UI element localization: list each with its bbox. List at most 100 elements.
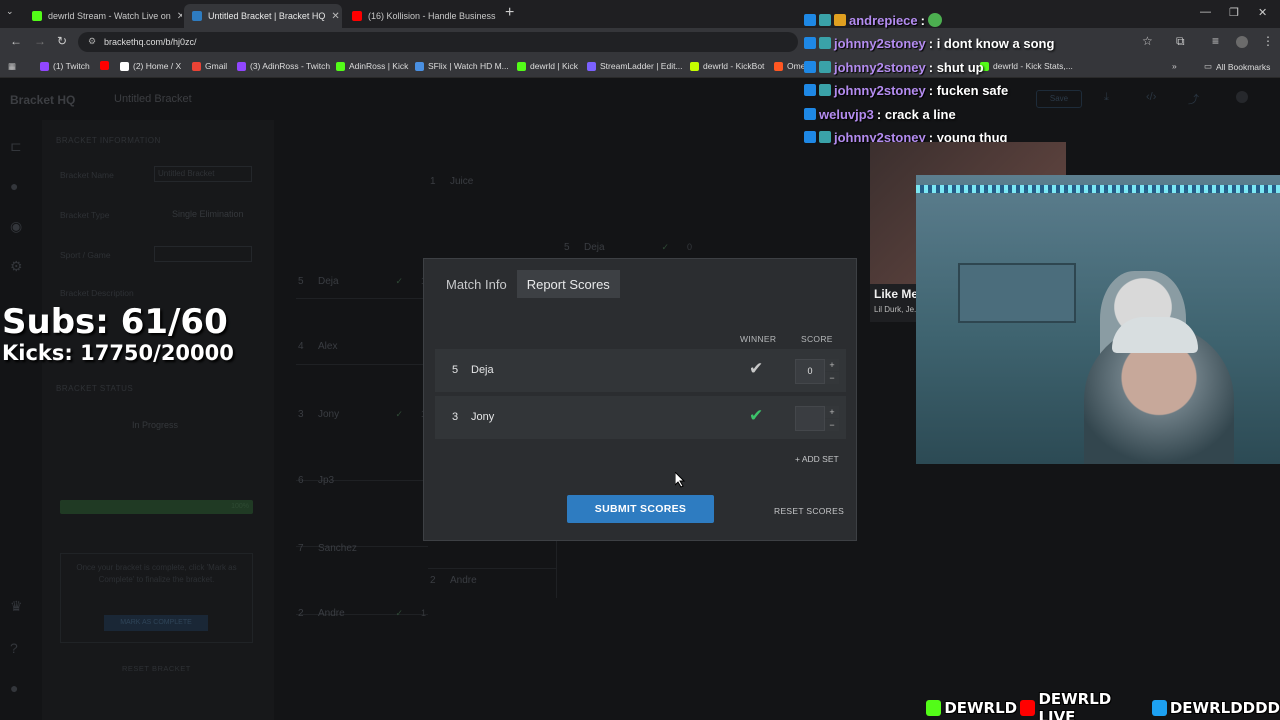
bookmark-item[interactable]: Gmail [192, 61, 227, 71]
theme-toggle-icon[interactable]: ● [10, 680, 18, 696]
participant-name: Andre [318, 607, 345, 619]
win-check-icon: ✓ [661, 241, 669, 252]
score-input[interactable]: 0 [795, 359, 825, 384]
apps-grid-icon[interactable]: ▦ [8, 61, 16, 72]
bookmark-label: AdinRoss | Kick [349, 61, 409, 71]
browser-tab-youtube[interactable]: (16) Kollision - Handle Business ✕ [344, 4, 502, 28]
bracket-slot[interactable]: 5Deja✓1 [298, 270, 426, 292]
bookmark-item[interactable]: SFlix | Watch HD M... [415, 61, 509, 71]
tab-report-scores[interactable]: Report Scores [516, 270, 620, 298]
crown-icon[interactable]: ♛ [10, 598, 23, 615]
bookmark-item[interactable]: StreamLadder | Edit... [587, 61, 683, 71]
chat-username: weluvjp3 [819, 106, 874, 122]
submit-scores-button[interactable]: SUBMIT SCORES [567, 495, 714, 523]
chat-message: johnny2stoney : fucken safe [804, 80, 1008, 100]
bookmark-item[interactable]: dewrld - KickBot [690, 61, 764, 71]
bracket-slot[interactable]: 6 Jp3 [298, 469, 426, 491]
kick-badge-icon [804, 61, 816, 73]
social-handles-overlay: DEWRLD DEWRLD LIVE DEWRLDDDD [926, 690, 1280, 720]
bracket-slot[interactable]: 1 Juice [430, 170, 558, 192]
bookmark-label: (3) AdinRoss - Twitch [250, 61, 331, 71]
win-check-icon: ✓ [395, 408, 403, 419]
winner-check-icon[interactable]: ✔ [749, 359, 763, 379]
webcam-feed [916, 175, 1280, 464]
chat-message: andrepiece : [804, 10, 942, 30]
bracket-slot[interactable]: 3Jony✓1 [298, 403, 426, 425]
browser-tab-brackethq[interactable]: Untitled Bracket | Bracket HQ ✕ [184, 4, 342, 28]
player-seed: 3 [452, 411, 459, 423]
chat-message: johnny2stoney : i dont know a song [804, 33, 1054, 53]
bookmark-item[interactable]: dewrld | Kick [517, 61, 578, 71]
bracket-slot[interactable]: 2 Andre ✓ 1 [298, 602, 426, 624]
mark-complete-button[interactable]: MARK AS COMPLETE [104, 615, 208, 631]
slot-score: 0 [686, 242, 692, 252]
win-check-icon: ✓ [395, 275, 403, 286]
close-tab-icon[interactable]: ✕ [177, 11, 182, 22]
reload-icon[interactable]: ↻ [57, 34, 67, 48]
win-check-icon: ✓ [395, 607, 403, 618]
bracket-line [296, 364, 428, 365]
bookmark-item[interactable]: (1) Twitch [40, 61, 90, 71]
brand-logo[interactable]: Bracket HQ [10, 93, 75, 107]
bracket-type-label: Bracket Type [60, 210, 110, 220]
seed-number: 7 [298, 542, 304, 554]
help-icon[interactable]: ? [10, 640, 18, 656]
score-decrement-icon[interactable]: − [825, 419, 839, 431]
score-input[interactable] [795, 406, 825, 431]
participants-icon[interactable]: ● [10, 178, 18, 194]
modal-tabs: Match Info Report Scores [436, 270, 620, 298]
kick-handle: DEWRLD [944, 699, 1018, 717]
reset-bracket-button[interactable]: RESET BRACKET [122, 664, 191, 673]
seed-number: 6 [298, 474, 304, 486]
bracket-type-value[interactable]: Single Elimination [172, 209, 244, 219]
url-text: brackethq.com/b/hj0zc/ [104, 37, 197, 47]
add-set-button[interactable]: + ADD SET [795, 454, 839, 464]
settings-gear-icon[interactable]: ⚙ [10, 258, 23, 275]
mouse-cursor-icon [675, 472, 686, 488]
goal-overlay: Subs: 61/60 Kicks: 17750/20000 [2, 303, 234, 365]
x-icon [120, 61, 129, 71]
bookmark-item[interactable]: (3) AdinRoss - Twitch [237, 61, 330, 71]
chat-text: : shut up [928, 59, 984, 75]
score-decrement-icon[interactable]: − [825, 372, 839, 384]
tab-match-info[interactable]: Match Info [436, 270, 517, 298]
seed-number: 2 [298, 607, 304, 619]
new-tab-icon[interactable]: + [505, 4, 514, 22]
twitch-icon [40, 61, 49, 71]
bracket-info-heading: BRACKET INFORMATION [56, 136, 161, 145]
tab-title: Untitled Bracket | Bracket HQ [208, 11, 326, 21]
bracket-slot[interactable]: 7 Sanchez [298, 537, 426, 559]
bookmark-item[interactable] [100, 61, 109, 70]
winner-check-icon[interactable]: ✔ [749, 406, 763, 426]
bookmark-item[interactable]: (2) Home / X [120, 61, 181, 71]
participant-name: Alex [318, 340, 338, 352]
progress-bar: 100% [60, 500, 253, 514]
chat-text: : [920, 12, 925, 28]
reset-scores-button[interactable]: RESET SCORES [774, 506, 844, 516]
bracket-line [296, 298, 428, 299]
wall-painting [958, 263, 1076, 323]
address-bar[interactable]: ⚙ brackethq.com/b/hj0zc/ [78, 32, 798, 52]
forward-icon[interactable]: → [34, 34, 46, 48]
site-info-icon[interactable]: ⚙ [88, 36, 96, 47]
palette-icon[interactable]: ◉ [10, 218, 22, 235]
back-icon[interactable]: ← [10, 34, 22, 48]
bookmark-label: StreamLadder | Edit... [600, 61, 683, 71]
bracket-slot[interactable]: 4 Alex [298, 335, 426, 357]
bracket-slot[interactable]: 5 Deja ✓ 0 [564, 236, 692, 258]
bracket-name-field[interactable]: Untitled Bracket [154, 166, 252, 182]
twitch-icon [237, 61, 246, 71]
tab-search-icon[interactable]: ⌄ [6, 6, 14, 17]
browser-tab-kick[interactable]: dewrld Stream - Watch Live on ✕ [24, 4, 182, 28]
player-seed: 5 [452, 364, 459, 376]
score-increment-icon[interactable]: + [825, 359, 839, 371]
bookmark-item[interactable]: AdinRoss | Kick [336, 61, 408, 71]
bracket-title: Untitled Bracket [114, 93, 192, 105]
bracket-icon[interactable]: ⊏ [10, 138, 22, 155]
close-tab-icon[interactable]: ✕ [331, 11, 339, 22]
score-increment-icon[interactable]: + [825, 406, 839, 418]
participant-name: Deja [318, 275, 339, 287]
chat-text: : fucken safe [928, 82, 1009, 98]
bracket-slot[interactable]: 2 Andre [430, 569, 558, 591]
sport-game-field[interactable] [154, 246, 252, 262]
